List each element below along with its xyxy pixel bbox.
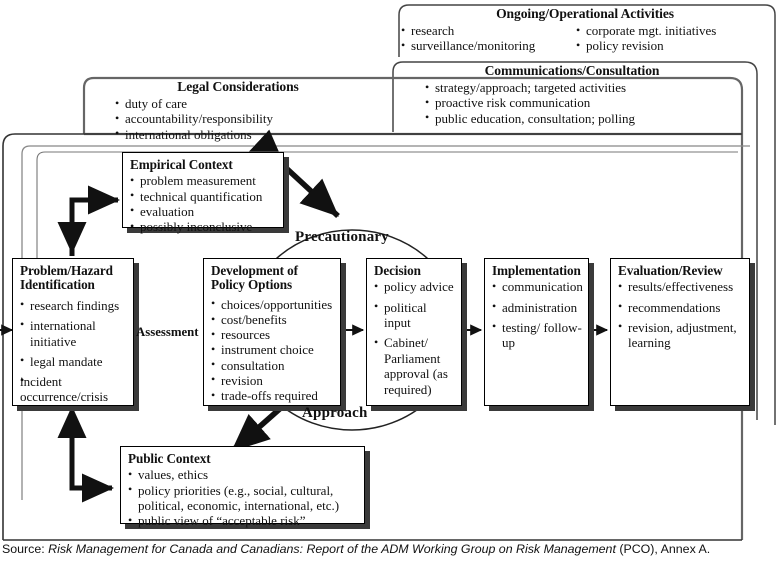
list-item: research findings [20, 297, 127, 314]
list-item: Cabinet/ Parliament approval (as require… [374, 335, 455, 397]
tab-ongoing-col2: corporate mgt. initiatives policy revisi… [575, 22, 770, 54]
list-item: choices/opportunities [211, 296, 334, 312]
list-item: possibly inconclusive [130, 219, 277, 235]
source-caption: Source: Risk Management for Canada and C… [2, 542, 778, 557]
source-suffix: (PCO), Annex A. [615, 542, 711, 556]
tab-title-legal: Legal Considerations [177, 79, 299, 94]
box-empirical-context: Empirical Context problem measurement te… [122, 152, 284, 234]
list-item: public view of “acceptable risk” [128, 513, 358, 529]
list-item: duty of care [114, 95, 388, 111]
box-title: Empirical Context [130, 157, 233, 172]
list-item: surveillance/monitoring [400, 38, 575, 54]
list-item: incident occurrence/crisis [20, 373, 127, 405]
list-item: legal mandate [20, 353, 127, 370]
list-item: problem measurement [130, 173, 277, 189]
list-item: political input [374, 299, 455, 331]
list-item: strategy/approach; targeted activities [424, 79, 748, 95]
box-title: Evaluation/Review [618, 263, 723, 278]
list-item: resources [211, 327, 334, 343]
list-item: administration [492, 299, 582, 316]
tab-communications-consultation: Communications/Consultation strategy/app… [396, 63, 748, 126]
list-item: consultation [211, 357, 334, 373]
arrow-problem-public [57, 406, 114, 503]
list-item: accountability/responsibility [114, 111, 388, 127]
tab-title-ongoing: Ongoing/Operational Activities [496, 6, 674, 21]
tab-ongoing-col1: research surveillance/monitoring [400, 22, 575, 54]
box-implementation: Implementation communication administrat… [484, 258, 589, 406]
label-assessment: Assessment [136, 325, 199, 339]
list-item: proactive risk communication [424, 95, 748, 111]
label-precautionary: Precautionary [295, 229, 389, 245]
list-item: trade-offs required [211, 388, 334, 404]
list-item: revision, adjustment, learning [618, 319, 743, 351]
list-item: international initiative [20, 317, 127, 349]
box-title: Public Context [128, 451, 211, 466]
list-item: revision [211, 372, 334, 388]
box-problem-hazard-identification: Problem/Hazard Identification research f… [12, 258, 134, 406]
box-development-of-policy-options: Development of Policy Options choices/op… [203, 258, 341, 406]
list-item: public education, consultation; polling [424, 110, 748, 126]
list-item: technical quantification [130, 188, 277, 204]
list-item: instrument choice [211, 342, 334, 358]
box-title: Problem/Hazard Identification [20, 263, 113, 293]
source-prefix: Source: [2, 542, 49, 556]
list-item: policy advice [374, 279, 455, 295]
box-decision: Decision policy advice political input C… [366, 258, 462, 406]
diagram-canvas: Ongoing/Operational Activities research … [0, 0, 780, 562]
list-item: values, ethics [128, 467, 358, 483]
list-item: results/effectiveness [618, 279, 743, 295]
arrow-problem-to-empirical [69, 185, 120, 256]
label-approach: Approach [302, 405, 368, 421]
list-item: policy revision [575, 38, 770, 54]
list-item: corporate mgt. initiatives [575, 22, 770, 38]
tab-title-communications: Communications/Consultation [484, 63, 660, 78]
source-title: Risk Management for Canada and Canadians… [48, 542, 616, 556]
list-item: recommendations [618, 299, 743, 316]
list-item: international obligations [114, 126, 388, 142]
tab-ongoing-operational-activities: Ongoing/Operational Activities research … [400, 6, 770, 54]
list-item: evaluation [130, 203, 277, 219]
list-item: policy priorities (e.g., social, cultura… [128, 482, 358, 513]
box-title: Implementation [492, 263, 581, 278]
box-title: Decision [374, 263, 421, 278]
arrow-empirical-circle [246, 129, 340, 219]
box-title: Development of Policy Options [211, 263, 298, 293]
box-evaluation-review: Evaluation/Review results/effectiveness … [610, 258, 750, 406]
list-item: communication [492, 279, 583, 295]
list-item: cost/benefits [211, 312, 334, 328]
box-public-context: Public Context values, ethics policy pri… [120, 446, 365, 528]
tab-legal-considerations: Legal Considerations duty of care accoun… [88, 79, 388, 142]
list-item: research [400, 22, 575, 38]
list-item: testing/ follow-up [492, 319, 582, 351]
